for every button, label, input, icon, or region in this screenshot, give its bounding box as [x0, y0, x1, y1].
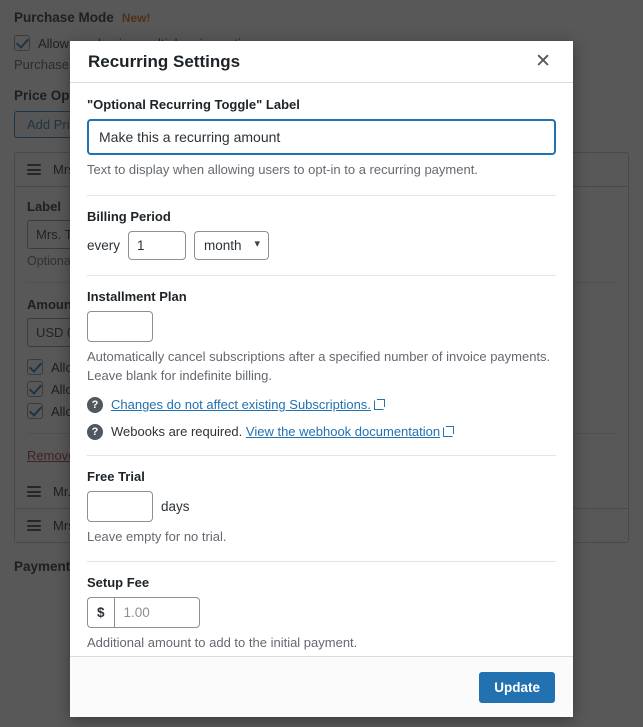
- question-mark-icon: ?: [87, 424, 103, 440]
- installment-plan-heading: Installment Plan: [87, 289, 556, 304]
- recurring-settings-modal: Recurring Settings ✕ "Optional Recurring…: [70, 41, 573, 717]
- update-button[interactable]: Update: [479, 672, 555, 703]
- external-link-icon: [443, 426, 454, 437]
- toggle-label-heading: "Optional Recurring Toggle" Label: [87, 97, 556, 112]
- section-divider-1: [87, 195, 556, 196]
- page-root: Purchase Mode New! Allow purchasing mult…: [0, 0, 643, 727]
- modal-footer: Update: [70, 656, 573, 717]
- setup-fee-row: $: [87, 597, 556, 628]
- billing-period-row: every dayweekmonthyear ▾: [87, 231, 556, 260]
- section-divider-2: [87, 275, 556, 276]
- section-divider-4: [87, 561, 556, 562]
- question-mark-icon: ?: [87, 397, 103, 413]
- help-row-subscriptions: ? Changes do not affect existing Subscri…: [87, 397, 556, 413]
- close-icon[interactable]: ✕: [531, 50, 555, 73]
- installment-plan-input[interactable]: [87, 311, 153, 342]
- free-trial-input[interactable]: [87, 491, 153, 522]
- free-trial-unit-label: days: [161, 499, 190, 514]
- webhook-documentation-link[interactable]: View the webhook documentation: [246, 424, 440, 439]
- webhooks-required-text: Webooks are required.: [111, 424, 242, 439]
- setup-fee-heading: Setup Fee: [87, 575, 556, 590]
- toggle-label-hint: Text to display when allowing users to o…: [87, 161, 556, 180]
- changes-subscriptions-link[interactable]: Changes do not affect existing Subscript…: [111, 397, 371, 412]
- section-divider-3: [87, 455, 556, 456]
- toggle-label-input[interactable]: [87, 119, 556, 155]
- modal-title: Recurring Settings: [88, 52, 240, 72]
- external-link-icon: [374, 399, 385, 410]
- billing-every-label: every: [87, 238, 120, 253]
- free-trial-hint: Leave empty for no trial.: [87, 528, 556, 547]
- billing-unit-select[interactable]: dayweekmonthyear: [194, 231, 269, 260]
- setup-fee-input[interactable]: [114, 597, 200, 628]
- modal-body: "Optional Recurring Toggle" Label Text t…: [70, 83, 573, 656]
- installment-plan-hint: Automatically cancel subscriptions after…: [87, 348, 556, 386]
- billing-unit-select-wrap: dayweekmonthyear ▾: [194, 231, 269, 260]
- billing-period-heading: Billing Period: [87, 209, 556, 224]
- help-row-text-2: Webooks are required. View the webhook d…: [111, 424, 454, 439]
- free-trial-row: days: [87, 491, 556, 522]
- setup-fee-hint: Additional amount to add to the initial …: [87, 634, 556, 653]
- help-row-text: Changes do not affect existing Subscript…: [111, 397, 385, 412]
- help-row-webhooks: ? Webooks are required. View the webhook…: [87, 424, 556, 440]
- currency-symbol-addon: $: [87, 597, 114, 628]
- modal-header: Recurring Settings ✕: [70, 41, 573, 83]
- free-trial-heading: Free Trial: [87, 469, 556, 484]
- billing-interval-input[interactable]: [128, 231, 186, 260]
